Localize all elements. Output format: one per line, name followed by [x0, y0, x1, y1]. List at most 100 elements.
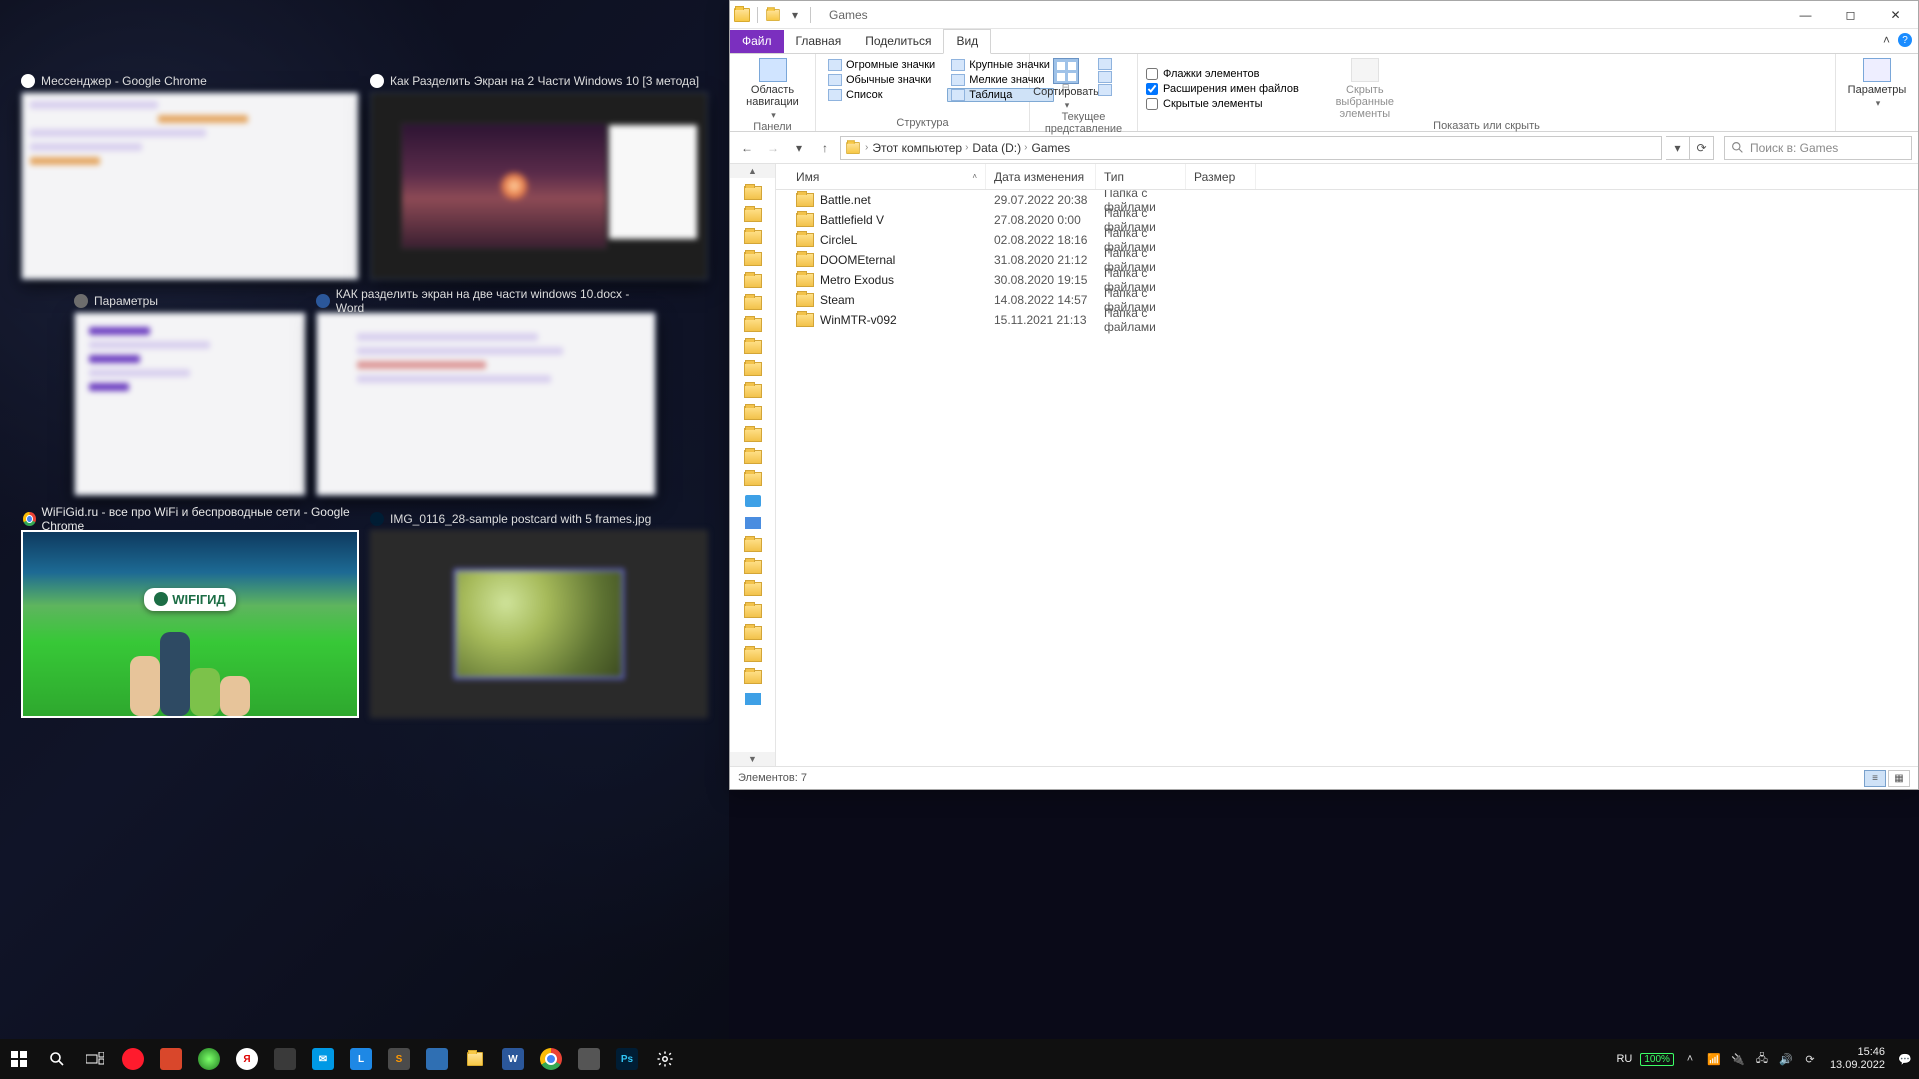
onedrive-icon: [745, 495, 761, 507]
file-date: 29.07.2022 20:38: [986, 193, 1096, 207]
start-button[interactable]: [0, 1039, 38, 1079]
qat-btn[interactable]: [765, 7, 781, 23]
taskview-title: IMG_0116_28-sample postcard with 5 frame…: [370, 508, 708, 530]
col-type[interactable]: Тип: [1096, 164, 1186, 189]
table-row[interactable]: Battlefield V27.08.2020 0:00Папка с файл…: [776, 210, 1918, 230]
table-row[interactable]: Metro Exodus30.08.2020 19:15Папка с файл…: [776, 270, 1918, 290]
col-name[interactable]: Имя˄: [788, 164, 986, 189]
tray-volume-icon[interactable]: 🔊: [1778, 1051, 1794, 1067]
address-bar[interactable]: › Этот компьютер› Data (D:)› Games: [840, 136, 1662, 160]
ribbon-collapse-icon[interactable]: ˄: [1883, 33, 1890, 47]
app-opera[interactable]: [114, 1039, 152, 1079]
breadcrumb-folder[interactable]: Games: [1031, 141, 1070, 155]
chk-extensions[interactable]: Расширения имен файлов: [1146, 83, 1299, 95]
app-generic[interactable]: [266, 1039, 304, 1079]
window-title: Games: [829, 8, 868, 22]
taskview-title: КАК разделить экран на две части windows…: [316, 290, 656, 312]
table-row[interactable]: CircleL02.08.2022 18:16Папка с файлами: [776, 230, 1918, 250]
tab-file[interactable]: Файл: [730, 30, 784, 53]
action-center-icon[interactable]: 💬: [1897, 1051, 1913, 1067]
tray-network-icon[interactable]: 🖧: [1754, 1051, 1770, 1067]
nav-pane-button[interactable]: Область навигации ▾: [741, 58, 805, 121]
this-pc-icon: [745, 517, 761, 529]
options-label: Параметры: [1848, 84, 1907, 96]
taskview-thumb-settings[interactable]: [74, 312, 306, 496]
breadcrumb-pc[interactable]: Этот компьютер›: [872, 141, 968, 155]
app-generic2[interactable]: [418, 1039, 456, 1079]
tray-chevron[interactable]: ˄: [1682, 1051, 1698, 1067]
sort-label: Сортировать: [1033, 86, 1099, 98]
app-browser[interactable]: [190, 1039, 228, 1079]
layout-huge[interactable]: Огромные значки: [824, 58, 939, 72]
tab-home[interactable]: Главная: [784, 30, 854, 53]
view-details-button[interactable]: ≡: [1864, 770, 1886, 787]
search-box[interactable]: Поиск в: Games: [1724, 136, 1912, 160]
layout-medium[interactable]: Обычные значки: [824, 73, 939, 87]
up-button[interactable]: ↑: [814, 137, 836, 159]
breadcrumb-drive[interactable]: Data (D:)›: [972, 141, 1027, 155]
clock[interactable]: 15:46 13.09.2022: [1830, 1046, 1885, 1071]
maximize-button[interactable]: ◻: [1828, 1, 1873, 29]
app-sublime[interactable]: S: [380, 1039, 418, 1079]
app-photoshop[interactable]: Ps: [608, 1039, 646, 1079]
taskview-thumb-messenger[interactable]: [21, 92, 359, 280]
tab-view[interactable]: Вид: [943, 29, 991, 54]
chk-hidden[interactable]: Скрытые элементы: [1146, 98, 1299, 110]
nav-pane-label: Область навигации: [741, 84, 805, 108]
close-button[interactable]: ✕: [1873, 1, 1918, 29]
tab-share[interactable]: Поделиться: [853, 30, 943, 53]
ribbon-group-label: Структура: [824, 117, 1021, 129]
app-generic-red[interactable]: [152, 1039, 190, 1079]
recent-dropdown[interactable]: ▾: [788, 137, 810, 159]
file-list: Имя˄ Дата изменения Тип Размер Battle.ne…: [776, 164, 1918, 766]
tray-sync-icon[interactable]: ⟳: [1802, 1051, 1818, 1067]
table-row[interactable]: DOOMEternal31.08.2020 21:12Папка с файла…: [776, 250, 1918, 270]
taskview-button[interactable]: [76, 1039, 114, 1079]
battery-indicator[interactable]: 100%: [1640, 1053, 1674, 1066]
view-large-button[interactable]: ▦: [1888, 770, 1910, 787]
app-settings[interactable]: [646, 1039, 684, 1079]
back-button[interactable]: ←: [736, 137, 758, 159]
titlebar[interactable]: ▾ Games — ◻ ✕: [730, 1, 1918, 29]
add-columns-icon[interactable]: [1098, 71, 1112, 83]
app-word[interactable]: W: [494, 1039, 532, 1079]
address-dropdown[interactable]: ▾: [1666, 136, 1690, 160]
app-mail[interactable]: ✉: [304, 1039, 342, 1079]
app-chrome[interactable]: [532, 1039, 570, 1079]
navigation-bar: ← → ▾ ↑ › Этот компьютер› Data (D:)› Gam…: [730, 132, 1918, 164]
col-date[interactable]: Дата изменения: [986, 164, 1096, 189]
table-row[interactable]: WinMTR-v09215.11.2021 21:13Папка с файла…: [776, 310, 1918, 330]
size-columns-icon[interactable]: [1098, 84, 1112, 96]
taskview-thumb-photoshop[interactable]: [370, 530, 708, 718]
nav-scroll-down[interactable]: ▼: [730, 752, 775, 766]
col-size[interactable]: Размер: [1186, 164, 1256, 189]
minimize-button[interactable]: —: [1783, 1, 1828, 29]
sort-button[interactable]: Сортировать ▾: [1038, 58, 1094, 111]
app-explorer[interactable]: [456, 1039, 494, 1079]
group-by-icon[interactable]: [1098, 58, 1112, 70]
help-icon[interactable]: ?: [1898, 33, 1912, 47]
chk-itemboxes[interactable]: Флажки элементов: [1146, 68, 1299, 80]
tray-power-icon[interactable]: 🔌: [1730, 1051, 1746, 1067]
qat-dropdown[interactable]: ▾: [787, 7, 803, 23]
taskview-title: Мессенджер - Google Chrome: [21, 70, 359, 92]
refresh-button[interactable]: ⟳: [1690, 136, 1714, 160]
table-row[interactable]: Steam14.08.2022 14:57Папка с файлами: [776, 290, 1918, 310]
layout-list[interactable]: Список: [824, 88, 939, 102]
taskview-thumb-splitscreen[interactable]: [370, 92, 708, 280]
app-l[interactable]: L: [342, 1039, 380, 1079]
app-yandex[interactable]: Я: [228, 1039, 266, 1079]
search-button[interactable]: [38, 1039, 76, 1079]
tray-bluetooth-icon[interactable]: 📶: [1706, 1051, 1722, 1067]
options-button[interactable]: Параметры ▾: [1845, 58, 1909, 109]
search-placeholder: Поиск в: Games: [1750, 141, 1838, 155]
table-row[interactable]: Battle.net29.07.2022 20:38Папка с файлам…: [776, 190, 1918, 210]
file-name: CircleL: [820, 233, 857, 247]
navigation-pane[interactable]: ▲ ▼: [730, 164, 776, 766]
language-indicator[interactable]: RU: [1616, 1053, 1632, 1065]
chrome-icon: [370, 74, 384, 88]
forward-button: →: [762, 137, 784, 159]
app-generic3[interactable]: [570, 1039, 608, 1079]
nav-scroll-up[interactable]: ▲: [730, 164, 775, 178]
taskview-thumb-word[interactable]: [316, 312, 656, 496]
